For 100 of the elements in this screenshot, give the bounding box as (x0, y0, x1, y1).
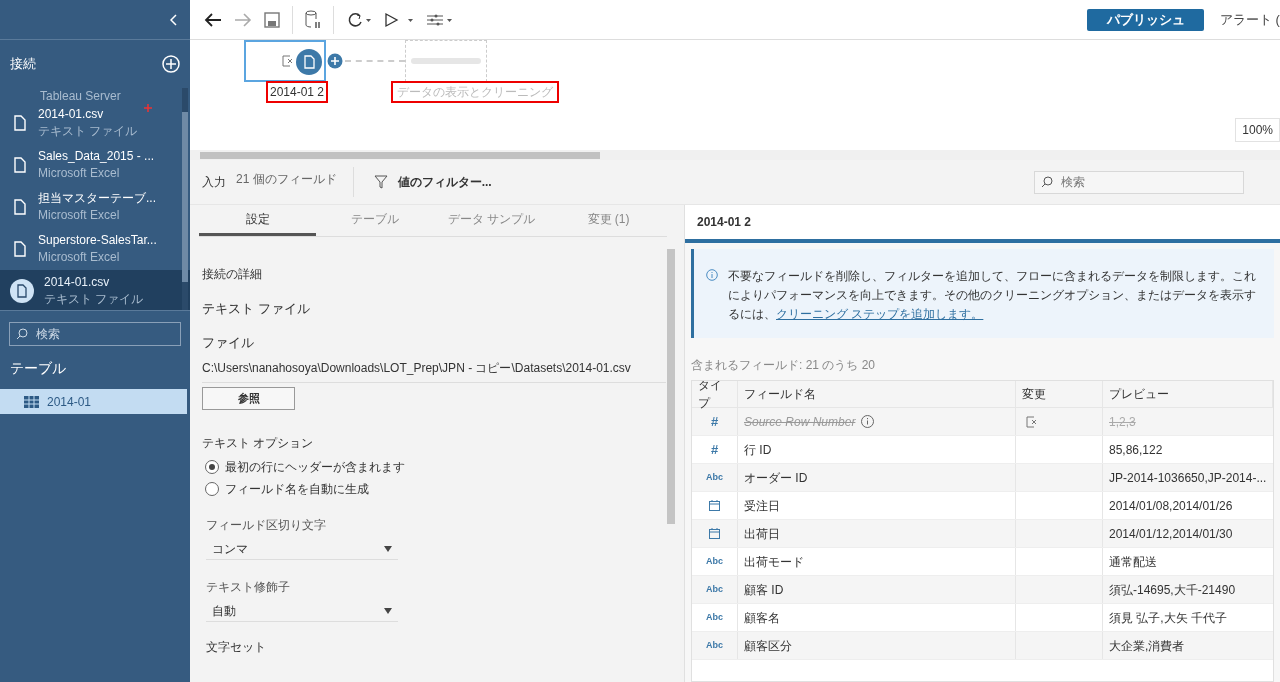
add-icon[interactable] (162, 55, 180, 73)
section-title: テキスト オプション (202, 435, 315, 452)
radio-label: フィールド名を自動に生成 (225, 481, 369, 498)
file-icon (10, 279, 34, 303)
calendar-icon (709, 528, 720, 539)
file-icon (12, 156, 28, 174)
input-label: 入力 (202, 174, 226, 191)
connection-item[interactable]: Tableau Server (0, 88, 190, 102)
preview-value: 大企業,消費者 (1109, 637, 1185, 655)
back-icon[interactable] (204, 11, 222, 28)
remove-icon[interactable] (282, 55, 294, 67)
field-name: 顧客名 (744, 609, 780, 627)
scrollbar-thumb[interactable] (667, 249, 675, 524)
connection-item[interactable]: 担当マスターテーブ... Microsoft Excel (0, 186, 190, 228)
preview-value: 2014/01/12,2014/01/30 (1109, 525, 1233, 543)
scrollbar-thumb[interactable] (182, 112, 188, 282)
connection-item[interactable]: 2014-01.csv テキスト ファイル (0, 270, 190, 310)
field-label: フィールド区切り文字 (206, 517, 327, 534)
type-label: # (710, 412, 719, 431)
zoom-level[interactable]: 100% (1235, 118, 1280, 142)
search-icon (16, 328, 28, 340)
preview-value: JP-2014-1036650,JP-2014-... (1109, 469, 1267, 487)
type-label: Abc (706, 554, 723, 568)
connection-type: Microsoft Excel (38, 207, 121, 224)
node-label: 2014-01 2 (266, 81, 329, 103)
section-title: テーブル (9, 359, 67, 378)
filter-icon[interactable] (373, 174, 388, 190)
column-header: 変更 (1016, 381, 1103, 407)
connection-item[interactable]: Sales_Data_2015 - ... Microsoft Excel (0, 144, 190, 186)
add-step-icon[interactable] (327, 53, 343, 69)
file-icon[interactable] (296, 49, 322, 75)
field-label: テキスト修飾子 (206, 579, 291, 596)
save-icon[interactable] (264, 11, 280, 28)
connection-type: テキスト ファイル (38, 123, 138, 140)
field-name: オーダー ID (744, 469, 808, 487)
calendar-icon (709, 500, 720, 511)
table-item[interactable]: 2014-01 (0, 389, 187, 414)
type-label: Abc (706, 610, 723, 624)
preview-value: 須見 弘子,大矢 千代子 (1109, 609, 1227, 627)
dropdown[interactable]: コンマ (206, 538, 398, 560)
run-icon[interactable] (384, 11, 414, 28)
field-count: 21 個のフィールド (236, 171, 337, 188)
connection-type: Microsoft Excel (38, 165, 121, 182)
field-name: 受注日 (744, 497, 780, 515)
field-count: 含まれるフィールド: 21 のうち 20 (690, 357, 877, 374)
filter-button[interactable]: 値のフィルター... (397, 173, 492, 191)
preview-value: 85,86,122 (1109, 441, 1163, 459)
file-path: C:\Users\nanahosoya\Downloads\LOT_Prep\JPN - コピー\Datasets\2014-01.csv (202, 359, 666, 383)
caret-icon (384, 545, 392, 552)
collapse-icon[interactable] (170, 13, 178, 26)
connector-line (345, 60, 405, 62)
panel-title: 2014-01 2 (685, 205, 1280, 239)
alerts-link[interactable]: アラート ( (1220, 9, 1280, 30)
info-icon[interactable] (861, 415, 875, 428)
database-pause-icon[interactable] (305, 9, 321, 30)
horizontal-scrollbar[interactable] (200, 151, 600, 159)
field-name: Source Row Number (744, 413, 856, 431)
connection-name: 2014-01.csv (38, 106, 105, 123)
column-header: プレビュー (1103, 381, 1273, 407)
dropdown[interactable]: 自動 (206, 600, 398, 622)
search-field[interactable]: 検索 (1034, 170, 1244, 194)
field-name: 顧客 ID (744, 581, 784, 599)
connection-type: Microsoft Excel (38, 249, 121, 266)
section-title: 接続 (10, 55, 36, 74)
type-label: Abc (706, 638, 723, 652)
type-label: Abc (706, 582, 723, 596)
field-name: 顧客区分 (744, 637, 792, 655)
field-name: 出荷日 (744, 525, 780, 543)
radio-button[interactable] (205, 482, 219, 496)
info-icon (706, 269, 718, 281)
info-link[interactable]: クリーニング ステップを追加します。 (776, 307, 984, 321)
connection-type: テキスト ファイル (44, 291, 144, 308)
radio-button[interactable] (205, 460, 219, 474)
browse-button[interactable]: 参照 (202, 387, 295, 410)
clean-node-placeholder[interactable] (405, 40, 487, 82)
field-label: 文字セット (206, 639, 267, 656)
field-label: ファイル (202, 333, 255, 352)
connection-type: テキスト ファイル (202, 300, 311, 318)
table-icon (24, 395, 39, 408)
field-name: 出荷モード (744, 553, 804, 571)
type-label: # (710, 440, 719, 459)
settings-tab[interactable]: 設定 (199, 205, 316, 236)
field-name: 行 ID (744, 441, 772, 459)
connection-name: 2014-01.csv (44, 274, 111, 291)
connection-item[interactable]: 2014-01.csv テキスト ファイル (0, 102, 190, 144)
search-field[interactable]: 検索 (9, 322, 181, 346)
preview-value: 通常配送 (1109, 553, 1157, 571)
file-icon (12, 198, 28, 216)
preview-value: 2014/01/08,2014/01/26 (1109, 497, 1233, 515)
publish-button[interactable]: パブリッシュ (1087, 8, 1204, 31)
type-label: Abc (706, 470, 723, 484)
refresh-icon[interactable] (346, 11, 372, 28)
column-header: フィールド名 (738, 381, 1016, 407)
info-text: 不要なフィールドを削除し、フィルターを追加して、フローに含まれるデータを制限します。これによりパフォーマンスを向上できます。その他のクリーニングオプション、またはデータを表示するには、クリーニング ステップを追加します。 (728, 268, 1257, 323)
preview-value: 須弘-14695,大千-21490 (1109, 581, 1236, 599)
connection-item[interactable]: Superstore-SalesTar... Microsoft Excel (0, 228, 190, 270)
file-icon (12, 240, 28, 258)
connection-name: 担当マスターテーブ... (38, 190, 156, 207)
search-icon (1041, 176, 1053, 188)
section-title: 接続の詳細 (202, 266, 263, 283)
